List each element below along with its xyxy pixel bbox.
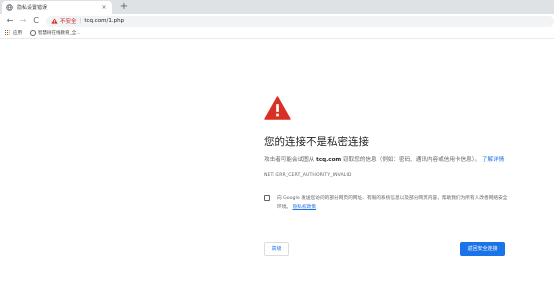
description-domain: tcq.com — [316, 157, 342, 163]
separator: | — [79, 18, 82, 24]
page-title: 您的连接不是私密连接 — [264, 136, 369, 148]
ssl-interstitial: 您的连接不是私密连接 攻击者可能会试图从 tcq.com 窃取您的信息（例如：密… — [264, 96, 509, 212]
warning-icon[interactable] — [51, 18, 58, 24]
close-icon[interactable]: × — [100, 4, 108, 12]
optin-checkbox[interactable] — [264, 195, 270, 201]
url-text[interactable]: tcq.com/1.php — [84, 18, 124, 24]
bookmark-apps[interactable]: 应用 — [5, 30, 22, 36]
globe-icon — [6, 4, 13, 11]
tab-strip: 隐私设置错误 × + — [0, 0, 554, 14]
globe-icon — [30, 30, 36, 36]
button-row: 高级 返回安全连接 — [264, 242, 505, 256]
optin-text: 向 Google 发送您访问的部分网页的网址、有限的系统信息以及部分网页内容，帮… — [277, 194, 508, 212]
bookmark-label: 智慧树在线教育_全... — [38, 31, 81, 36]
learn-more-link[interactable]: 了解详情 — [482, 157, 504, 163]
error-code: NET::ERR_CERT_AUTHORITY_INVALID — [264, 173, 352, 178]
toolbar: ← → C 不安全 | tcq.com/1.php — [0, 14, 554, 28]
description: 攻击者可能会试图从 tcq.com 窃取您的信息（例如：密码、通讯内容或信用卡信… — [264, 155, 509, 165]
tab-active[interactable]: 隐私设置错误 × — [2, 1, 112, 14]
tab-title: 隐私设置错误 — [17, 5, 48, 11]
description-suffix: 窃取您的信息（例如：密码、通讯内容或信用卡信息）。 — [343, 157, 481, 163]
forward-button[interactable]: → — [17, 15, 29, 27]
address-bar[interactable]: 不安全 | tcq.com/1.php — [46, 15, 554, 27]
safe-browsing-optin: 向 Google 发送您访问的部分网页的网址、有限的系统信息以及部分网页内容，帮… — [264, 194, 509, 212]
back-button[interactable]: ← — [4, 15, 16, 27]
bookmarks-bar: 应用 智慧树在线教育_全... — [0, 28, 554, 39]
not-secure-label[interactable]: 不安全 — [60, 17, 77, 25]
bookmark-label: 应用 — [13, 31, 22, 36]
reload-button[interactable]: C — [30, 15, 42, 27]
back-to-safety-button[interactable]: 返回安全连接 — [460, 242, 505, 256]
new-tab-button[interactable]: + — [118, 1, 130, 13]
privacy-policy-link[interactable]: 隐私权政策 — [293, 205, 316, 210]
description-prefix: 攻击者可能会试图从 — [264, 157, 315, 163]
bookmark-zhihuishu[interactable]: 智慧树在线教育_全... — [30, 30, 81, 36]
apps-grid-icon — [5, 30, 11, 36]
advanced-button[interactable]: 高级 — [264, 242, 289, 256]
warning-triangle-icon — [264, 96, 291, 120]
